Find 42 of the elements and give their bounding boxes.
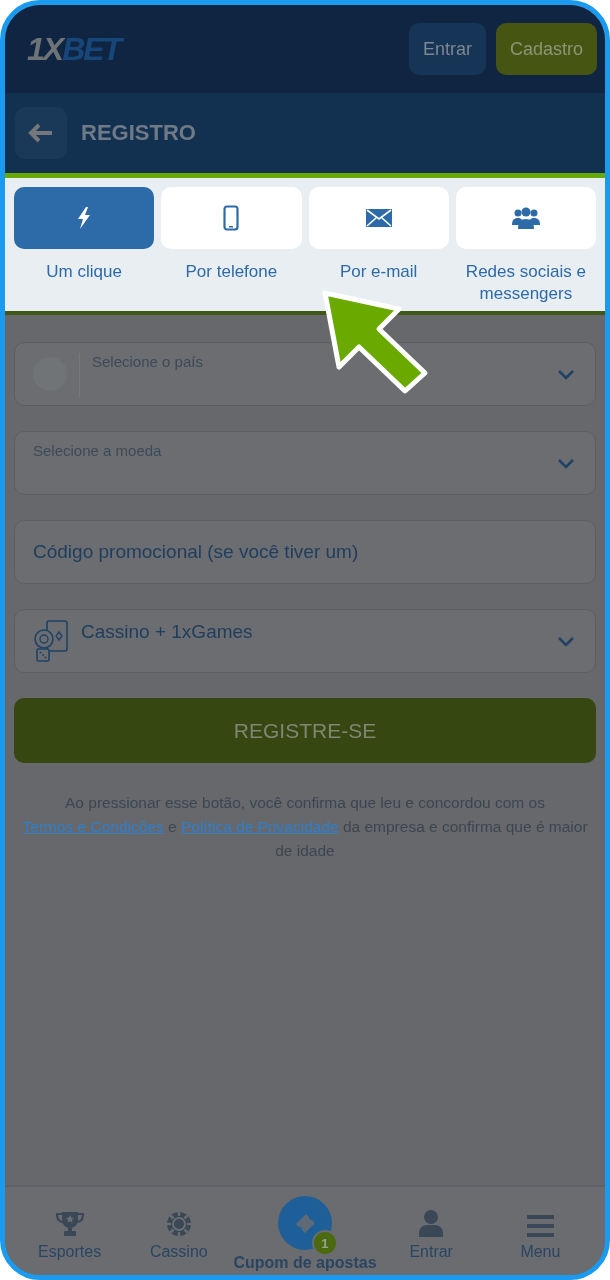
nav-item[interactable]: Menu bbox=[485, 1187, 595, 1275]
bet-slip-nav-item[interactable]: 1 Cupom de apostas bbox=[233, 1187, 377, 1275]
envelope-icon bbox=[365, 209, 392, 227]
page-title: REGISTRO bbox=[81, 120, 196, 146]
back-arrow-icon bbox=[28, 123, 54, 143]
register-button[interactable]: REGISTRE-SE bbox=[14, 698, 596, 763]
method-label[interactable]: Um clique bbox=[46, 261, 122, 283]
nav-item[interactable]: Entrar bbox=[376, 1187, 486, 1275]
nav-item[interactable]: Esportes bbox=[15, 1187, 125, 1275]
method-tab[interactable] bbox=[14, 187, 155, 249]
method-tab[interactable] bbox=[455, 187, 596, 249]
bonus-select[interactable]: Cassino + 1xGames bbox=[14, 609, 596, 673]
method-label[interactable]: Por e-mail bbox=[339, 261, 418, 283]
terms-link[interactable]: Termos e Condições bbox=[22, 818, 164, 835]
nav-label[interactable]: Cassino bbox=[149, 1243, 208, 1261]
nav-label[interactable]: Entrar bbox=[409, 1243, 453, 1261]
people-icon bbox=[511, 207, 540, 229]
trophy-icon bbox=[55, 1211, 84, 1237]
logo: 1XBET bbox=[27, 30, 121, 68]
login-button[interactable]: Entrar bbox=[408, 23, 486, 75]
method-label[interactable]: Por telefone bbox=[185, 261, 278, 283]
method-tab[interactable] bbox=[308, 187, 449, 249]
method-label[interactable]: Redes sociais e messengers bbox=[455, 261, 596, 305]
chevron-down-icon bbox=[557, 635, 575, 647]
phone-icon bbox=[223, 205, 240, 231]
bonus-value: Cassino + 1xGames bbox=[81, 621, 253, 643]
nav-item[interactable]: Cassino bbox=[124, 1187, 234, 1275]
chevron-down-icon bbox=[557, 368, 575, 380]
terms-link[interactable]: Política de Privacidade bbox=[180, 818, 339, 835]
casino-chip-icon bbox=[165, 1211, 192, 1237]
nav-label[interactable]: Cupom de apostas bbox=[233, 1254, 377, 1272]
count-badge: 1 bbox=[312, 1230, 338, 1256]
menu-icon bbox=[526, 1215, 554, 1237]
back-button[interactable] bbox=[15, 107, 67, 159]
nav-label[interactable]: Esportes bbox=[38, 1243, 102, 1261]
casino-cards-icon bbox=[33, 620, 69, 662]
lightning-icon bbox=[77, 207, 92, 229]
chevron-down-icon bbox=[557, 457, 575, 469]
signup-button[interactable]: Cadastro bbox=[495, 23, 597, 75]
person-icon bbox=[419, 1210, 444, 1237]
promo-code-field[interactable]: Código promocional (se você tiver um) bbox=[14, 520, 596, 584]
nav-label[interactable]: Menu bbox=[520, 1243, 561, 1261]
